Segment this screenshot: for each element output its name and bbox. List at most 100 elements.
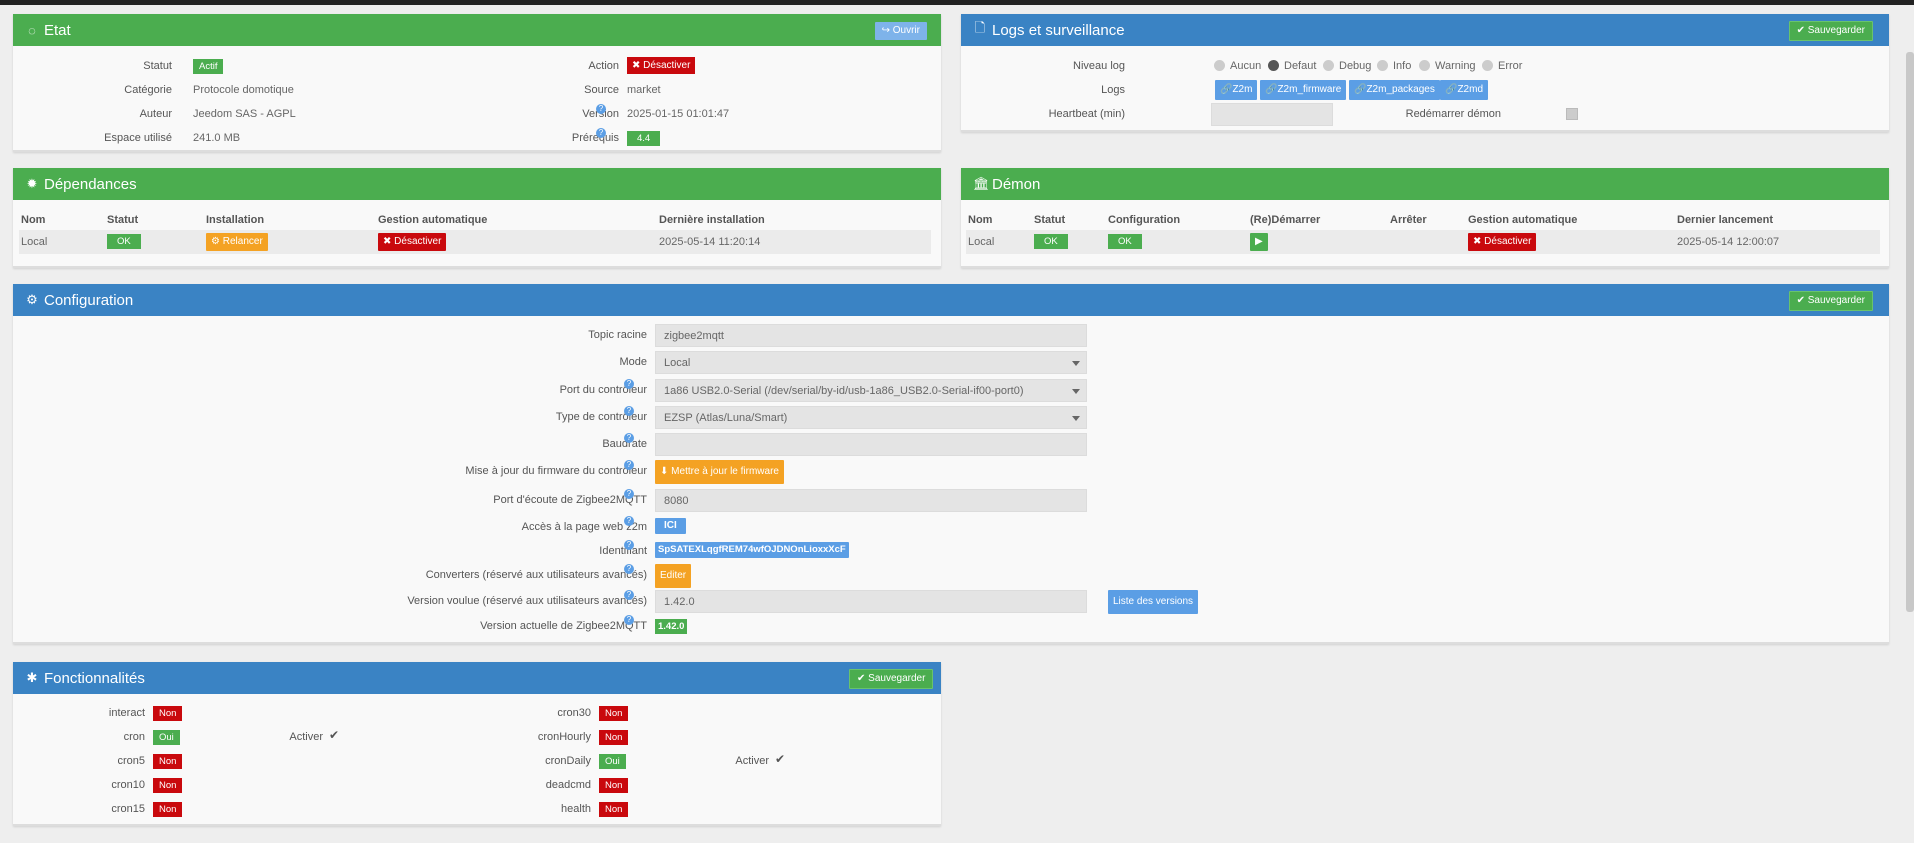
current-help-icon[interactable]: ? <box>624 615 634 625</box>
demon-start-button[interactable]: ▶ <box>1250 233 1268 251</box>
fonc-cronhourly-label: cronHourly <box>537 731 591 743</box>
circle-notch-icon: ◌ <box>28 22 36 38</box>
converters-help-icon[interactable]: ? <box>624 564 634 574</box>
demon-desactiver-label: Désactiver <box>1484 236 1532 247</box>
radio-debug[interactable] <box>1323 60 1334 71</box>
log-z2m-packages-button[interactable]: 🔗Z2m_packages <box>1349 80 1440 100</box>
bicycle-icon: ⚙ <box>211 236 220 247</box>
port-value: 1a86 USB2.0-Serial (/dev/serial/by-id/us… <box>664 385 1024 397</box>
demon-config-badge: OK <box>1108 234 1142 249</box>
versions-list-button[interactable]: Liste des versions <box>1108 590 1199 614</box>
logs-save-label: Sauvegarder <box>1807 25 1865 36</box>
statut-label: Statut <box>143 60 172 72</box>
puzzle-icon: ✱ <box>26 670 38 685</box>
version-help-icon[interactable]: ? <box>596 104 606 114</box>
log-z2m-label: Z2m <box>1232 84 1253 95</box>
logs-label: Logs <box>1101 84 1125 96</box>
level-info-label: Info <box>1393 60 1412 72</box>
config-save-label: Sauvegarder <box>1807 295 1865 306</box>
heartbeat-input[interactable] <box>1211 103 1333 126</box>
baudrate-help-icon[interactable]: ? <box>624 433 634 443</box>
config-save-button[interactable]: ✔ Sauvegarder <box>1788 291 1873 311</box>
port-help-icon[interactable]: ? <box>624 379 634 389</box>
prerequis-help-icon[interactable]: ? <box>596 128 606 138</box>
fonc-deadcmd-badge: Non <box>599 778 629 793</box>
share-icon: ↪ <box>881 25 890 36</box>
log-z2md-button[interactable]: 🔗Z2md <box>1440 80 1489 100</box>
log-z2m-firmware-button[interactable]: 🔗Z2m_firmware <box>1260 80 1347 100</box>
fonctionnalites-title: Fonctionnalités <box>44 669 145 687</box>
type-help-icon[interactable]: ? <box>624 406 634 416</box>
fonc-crondaily-badge: Oui <box>599 754 626 769</box>
firmware-update-button[interactable]: ⬇ Mettre à jour le firmware <box>655 460 784 484</box>
etat-title: Etat <box>44 21 71 39</box>
listen-help-icon[interactable]: ? <box>624 489 634 499</box>
demon-title: Démon <box>992 175 1041 193</box>
open-button[interactable]: ↪ Ouvrir <box>874 22 927 40</box>
firmware-label: Mise à jour du firmware du contrôleur <box>465 465 647 477</box>
web-ici-button[interactable]: ICI <box>655 518 686 534</box>
wanted-help-icon[interactable]: ? <box>624 590 634 600</box>
desactiver-plugin-button[interactable]: ✖ Désactiver <box>627 57 696 74</box>
radio-defaut[interactable] <box>1268 60 1279 71</box>
configuration-header: ⚙ Configuration ✔ Sauvegarder <box>13 284 1889 316</box>
topic-input[interactable]: zigbee2mqtt <box>655 324 1087 347</box>
dependances-header: ✹ Dépendances <box>13 168 941 200</box>
radio-warning[interactable] <box>1419 60 1430 71</box>
identifiant-help-icon[interactable]: ? <box>624 540 634 550</box>
demon-desactiver-button[interactable]: ✖ Désactiver <box>1468 233 1537 251</box>
converters-edit-button[interactable]: Editer <box>655 564 692 588</box>
demon-col-configuration: Configuration <box>1108 214 1181 226</box>
etat-panel: ◌ Etat ↪ Ouvrir Statut Actif Catégorie P… <box>13 14 941 152</box>
fonc-crondaily-activer-checkbox[interactable]: ✔ <box>775 752 785 766</box>
radio-error[interactable] <box>1482 60 1493 71</box>
page-scrollbar[interactable] <box>1906 52 1914 612</box>
type-value: EZSP (Atlas/Luna/Smart) <box>664 412 788 424</box>
fonc-cron30-badge: Non <box>599 706 629 721</box>
check-circle-icon: ✔ <box>1796 295 1805 306</box>
certificate-icon: ✹ <box>26 176 38 191</box>
radio-info[interactable] <box>1377 60 1388 71</box>
fonc-crondaily-activer-label: Activer <box>735 755 769 767</box>
logs-save-button[interactable]: ✔ Sauvegarder <box>1788 21 1873 41</box>
log-z2m-button[interactable]: 🔗Z2m <box>1215 80 1258 100</box>
current-version-badge: 1.42.0 <box>655 619 688 634</box>
auteur-label: Auteur <box>139 108 172 120</box>
desactiver-label: Désactiver <box>643 60 691 71</box>
dep-col-nom: Nom <box>21 214 46 226</box>
fonc-cron-activer-checkbox[interactable]: ✔ <box>329 728 339 742</box>
relancer-label: Relancer <box>222 236 263 247</box>
auteur-value: Jeedom SAS - AGPL <box>193 108 296 120</box>
firmware-help-icon[interactable]: ? <box>624 460 634 470</box>
radio-aucun[interactable] <box>1214 60 1225 71</box>
demon-col-dernier: Dernier lancement <box>1677 214 1773 226</box>
dep-col-gestion: Gestion automatique <box>378 214 488 226</box>
wanted-version-label: Version voulue (réservé aux utilisateurs… <box>407 595 647 607</box>
identifiant-value: SpSATEXLqgfREM74wfOJDNOnLioxxXcF <box>655 542 849 558</box>
relancer-button[interactable]: ⚙ Relancer <box>206 233 268 251</box>
dep-col-statut: Statut <box>107 214 139 226</box>
dep-nom: Local <box>21 236 48 248</box>
listen-port-input[interactable]: 8080 <box>655 489 1087 512</box>
source-value: market <box>627 84 661 96</box>
baudrate-input[interactable] <box>655 433 1087 456</box>
fonc-health-badge: Non <box>599 802 629 817</box>
converters-label: Converters (réservé aux utilisateurs ava… <box>425 569 647 581</box>
mode-select[interactable]: Local <box>655 351 1087 374</box>
check-circle-icon: ✔ <box>1796 25 1805 36</box>
dep-desactiver-button[interactable]: ✖ Désactiver <box>378 233 447 251</box>
web-help-icon[interactable]: ? <box>624 516 634 526</box>
restart-daemon-checkbox[interactable] <box>1566 108 1578 120</box>
port-select[interactable]: 1a86 USB2.0-Serial (/dev/serial/by-id/us… <box>655 379 1087 402</box>
type-select[interactable]: EZSP (Atlas/Luna/Smart) <box>655 406 1087 429</box>
fonc-cron-badge: Oui <box>153 730 180 745</box>
fonc-cron5-label: cron5 <box>117 755 145 767</box>
fonctionnalites-header: ✱ Fonctionnalités ✔ Sauvegarder <box>13 662 941 694</box>
log-z2md-label: Z2md <box>1457 84 1484 95</box>
etat-header: ◌ Etat ↪ Ouvrir <box>13 14 941 46</box>
wanted-version-input[interactable]: 1.42.0 <box>655 590 1087 613</box>
fonc-interact-label: interact <box>108 707 145 719</box>
level-debug-label: Debug <box>1339 60 1372 72</box>
fonc-save-button[interactable]: ✔ Sauvegarder <box>849 669 934 689</box>
fonctionnalites-panel: ✱ Fonctionnalités ✔ Sauvegarder interact… <box>13 662 941 826</box>
